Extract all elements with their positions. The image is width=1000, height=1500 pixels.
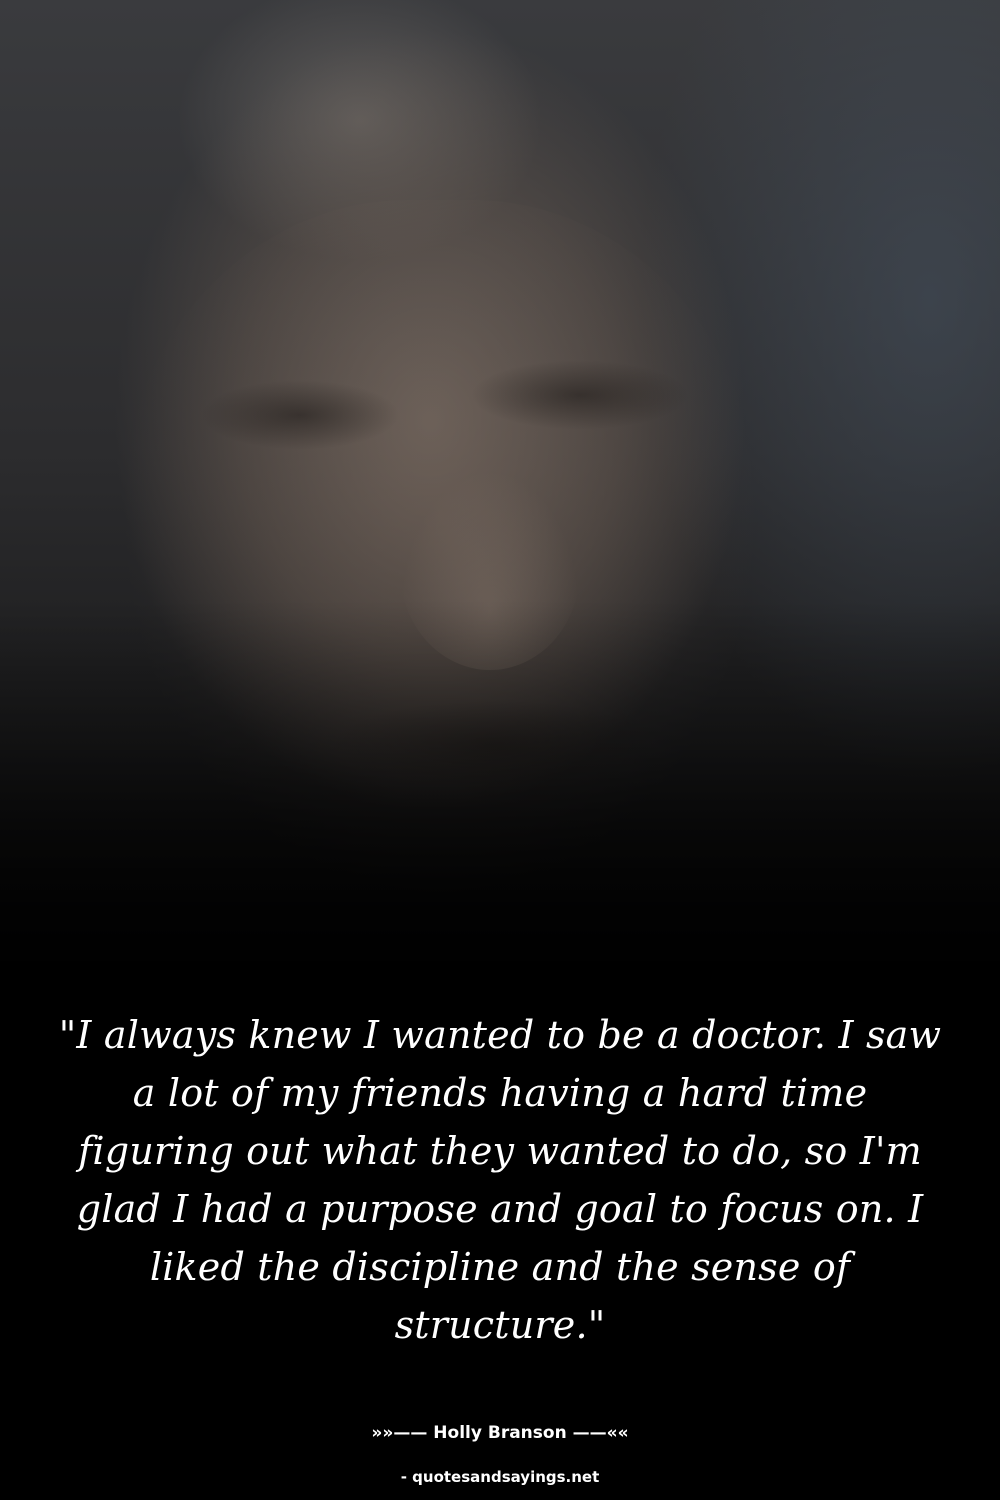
quote-author: »»—— Holly Branson ——«« (371, 1423, 629, 1443)
quote-card: "I always knew I wanted to be a doctor. … (0, 0, 1000, 1500)
bottom-fade-overlay (0, 600, 1000, 1020)
right-eye-shadow (470, 360, 690, 430)
source-attribution: - quotesandsayings.net (400, 1468, 600, 1486)
quote-text: "I always knew I wanted to be a doctor. … (58, 1013, 942, 1347)
left-eye-shadow (200, 380, 400, 450)
